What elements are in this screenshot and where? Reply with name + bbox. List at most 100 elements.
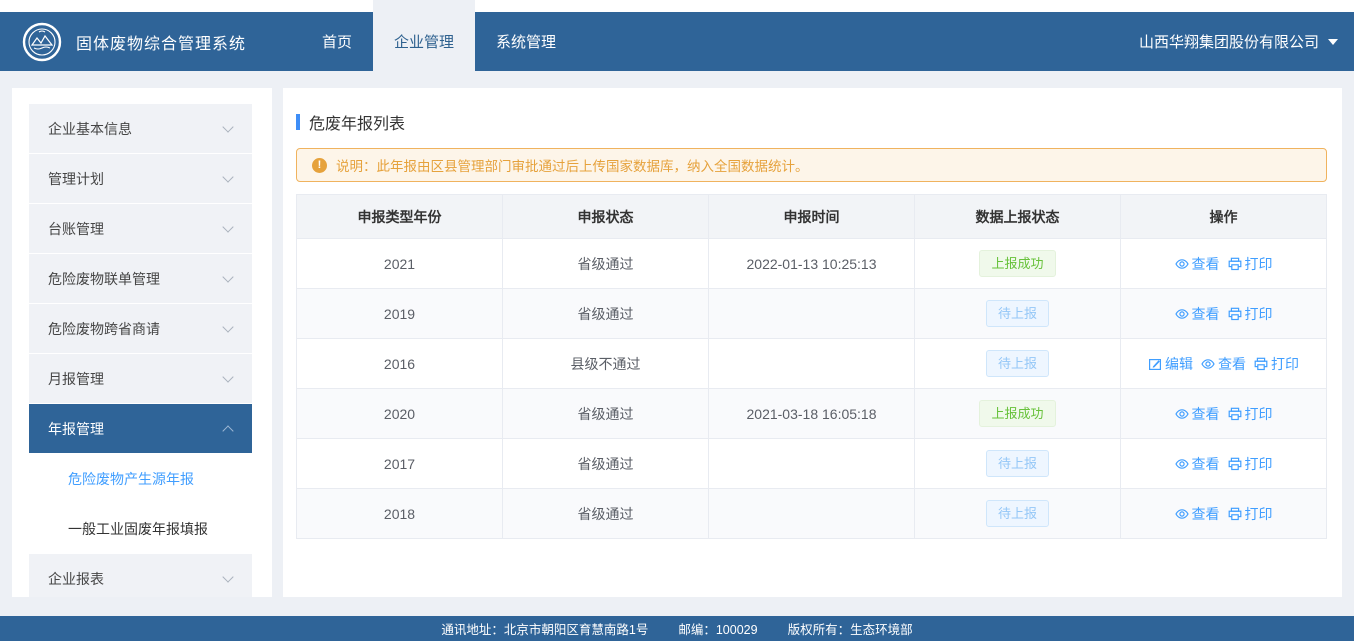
main-panel: 危废年报列表 ! 说明：此年报由区县管理部门审批通过后上传国家数据库，纳入全国数… (283, 88, 1342, 597)
eye-icon (1201, 357, 1215, 371)
cell-declare-time: 2022-01-13 10:25:13 (709, 239, 915, 289)
user-company-name: 山西华翔集团股份有限公司 (1139, 31, 1319, 52)
app-title: 固体废物综合管理系统 (76, 30, 246, 54)
footer-postcode: 邮编：100029 (678, 619, 757, 638)
cell-upload-status: 待上报 (915, 439, 1121, 489)
cell-upload-status: 待上报 (915, 489, 1121, 539)
printer-icon (1228, 307, 1242, 321)
app-footer: 通讯地址：北京市朝阳区育慧南路1号 邮编：100029 版权所有：生态环境部 (0, 616, 1354, 641)
printer-icon (1228, 257, 1242, 271)
printer-icon (1228, 457, 1242, 471)
sidebar-item-label: 企业基本信息 (48, 119, 132, 139)
sidebar-item-label: 危险废物跨省商请 (48, 319, 160, 339)
nav-tab-system[interactable]: 系统管理 (475, 12, 577, 71)
sidebar-item-ledger-management[interactable]: 台账管理 (29, 204, 252, 253)
brand: 固体废物综合管理系统 (0, 12, 246, 71)
cell-actions: 查看打印 (1121, 489, 1327, 539)
cell-actions: 编辑查看打印 (1121, 339, 1327, 389)
eye-icon (1175, 457, 1189, 471)
title-accent-bar (296, 114, 300, 130)
view-link[interactable]: 查看 (1175, 254, 1220, 274)
cell-declare-status: 省级通过 (503, 489, 709, 539)
view-link[interactable]: 查看 (1175, 304, 1220, 324)
upload-status-badge: 待上报 (986, 350, 1049, 378)
cell-year: 2021 (297, 239, 503, 289)
sidebar-item-monthly-report[interactable]: 月报管理 (29, 354, 252, 403)
cell-declare-time: 2021-03-18 16:05:18 (709, 389, 915, 439)
upload-status-badge: 上报成功 (979, 400, 1055, 428)
sidebar-item-management-plan[interactable]: 管理计划 (29, 154, 252, 203)
cell-year: 2019 (297, 289, 503, 339)
sidebar-item-annual-report[interactable]: 年报管理 (29, 404, 252, 453)
user-company-menu[interactable]: 山西华翔集团股份有限公司 (1139, 12, 1354, 71)
nav-tab-enterprise[interactable]: 企业管理 (373, 12, 475, 71)
cell-year: 2017 (297, 439, 503, 489)
print-link[interactable]: 打印 (1228, 304, 1273, 324)
content-layout: 企业基本信息管理计划台账管理危险废物联单管理危险废物跨省商请月报管理年报管理危险… (12, 88, 1342, 597)
print-link[interactable]: 打印 (1228, 404, 1273, 424)
view-link[interactable]: 查看 (1175, 404, 1220, 424)
cell-upload-status: 上报成功 (915, 239, 1121, 289)
column-header: 操作 (1121, 195, 1327, 239)
sidebar-item-label: 管理计划 (48, 169, 104, 189)
table-row: 2019省级通过 待上报 查看打印 (297, 289, 1327, 339)
view-link[interactable]: 查看 (1175, 454, 1220, 474)
chevron-up-icon (222, 425, 233, 436)
chevron-down-icon (222, 271, 233, 282)
notice-banner: ! 说明：此年报由区县管理部门审批通过后上传国家数据库，纳入全国数据统计。 (296, 148, 1327, 182)
chevron-down-icon (222, 121, 233, 132)
cell-year: 2016 (297, 339, 503, 389)
view-link[interactable]: 查看 (1175, 504, 1220, 524)
cell-year: 2020 (297, 389, 503, 439)
column-header: 申报时间 (709, 195, 915, 239)
sidebar-item-enterprise-basic-info[interactable]: 企业基本信息 (29, 104, 252, 153)
cell-actions: 查看打印 (1121, 389, 1327, 439)
nav-tab-home[interactable]: 首页 (301, 12, 373, 71)
print-link[interactable]: 打印 (1228, 504, 1273, 524)
eye-icon (1175, 307, 1189, 321)
table-row: 2020省级通过2021-03-18 16:05:18 上报成功 查看打印 (297, 389, 1327, 439)
cell-declare-status: 省级通过 (503, 239, 709, 289)
sidebar-item-label: 台账管理 (48, 219, 104, 239)
printer-icon (1228, 507, 1242, 521)
table-header-row: 申报类型年份申报状态申报时间数据上报状态操作 (297, 195, 1327, 239)
table-row: 2017省级通过待上报查看打印 (297, 439, 1327, 489)
column-header: 申报状态 (503, 195, 709, 239)
cell-year: 2018 (297, 489, 503, 539)
print-link[interactable]: 打印 (1228, 454, 1273, 474)
cell-declare-status: 省级通过 (503, 389, 709, 439)
ministry-emblem-logo-icon (22, 22, 62, 62)
sidebar-item-hazwaste-cross-province[interactable]: 危险废物跨省商请 (29, 304, 252, 353)
printer-icon (1254, 357, 1268, 371)
page-title: 危废年报列表 (309, 110, 405, 134)
sidebar: 企业基本信息管理计划台账管理危险废物联单管理危险废物跨省商请月报管理年报管理危险… (12, 88, 272, 597)
warning-icon: ! (312, 158, 327, 173)
sidebar-item-hazwaste-manifest[interactable]: 危险废物联单管理 (29, 254, 252, 303)
upload-status-badge: 上报成功 (979, 250, 1055, 278)
chevron-down-icon (222, 371, 233, 382)
chevron-down-icon (222, 571, 233, 582)
submenu-general-solid-waste-annual-report[interactable]: 一般工业固废年报填报 (29, 504, 252, 554)
view-link[interactable]: 查看 (1201, 354, 1246, 374)
cell-declare-status: 省级通过 (503, 289, 709, 339)
cell-declare-status: 县级不通过 (503, 339, 709, 389)
sidebar-item-enterprise-reports[interactable]: 企业报表 (29, 554, 252, 597)
annual-report-table: 申报类型年份申报状态申报时间数据上报状态操作 2021省级通过2022-01-1… (296, 194, 1327, 539)
submenu-hazwaste-source-annual-report[interactable]: 危险废物产生源年报 (29, 454, 252, 504)
printer-icon (1228, 407, 1242, 421)
eye-icon (1175, 257, 1189, 271)
upload-status-badge: 待上报 (986, 450, 1049, 478)
eye-icon (1175, 507, 1189, 521)
cell-declare-time (709, 289, 915, 339)
app-header: 固体废物综合管理系统 首页 企业管理 系统管理 山西华翔集团股份有限公司 (0, 12, 1354, 71)
print-link[interactable]: 打印 (1254, 354, 1299, 374)
chevron-down-icon (222, 221, 233, 232)
print-link[interactable]: 打印 (1228, 254, 1273, 274)
edit-icon (1148, 357, 1162, 371)
edit-link[interactable]: 编辑 (1148, 354, 1193, 374)
column-header: 数据上报状态 (915, 195, 1121, 239)
cell-upload-status: 待上报 (915, 289, 1121, 339)
footer-copyright: 版权所有：生态环境部 (788, 619, 913, 638)
eye-icon (1175, 407, 1189, 421)
cell-upload-status: 上报成功 (915, 389, 1121, 439)
